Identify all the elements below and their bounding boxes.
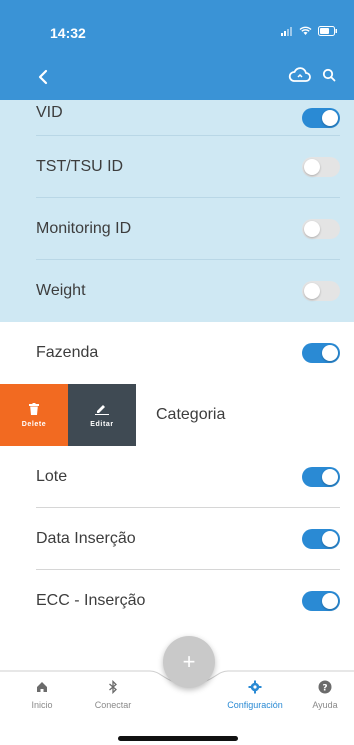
toggle-switch[interactable] (302, 591, 340, 611)
toggle-knob (304, 159, 320, 175)
toggle-switch[interactable] (302, 157, 340, 177)
toggle-switch[interactable] (302, 343, 340, 363)
list-item[interactable]: Data Inserção (0, 508, 354, 570)
settings-list: VID TST/TSU ID Monitoring ID Weight Faze… (0, 100, 354, 632)
status-time: 14:32 (50, 25, 86, 41)
pencil-icon (95, 404, 109, 415)
edit-button[interactable]: Editar (68, 384, 136, 446)
toggle-knob (304, 283, 320, 299)
nav-actions (288, 66, 336, 84)
toggle-switch[interactable] (302, 467, 340, 487)
toggle-knob (322, 593, 338, 609)
list-item[interactable]: Lote (0, 446, 354, 508)
status-bar: 14:32 (0, 0, 354, 56)
toggle-knob (304, 221, 320, 237)
list-item[interactable]: Monitoring ID (0, 198, 354, 260)
list-item-swiped[interactable]: Delete Editar Categoria (0, 384, 354, 446)
list-item[interactable]: ECC - Inserção (0, 570, 354, 632)
tab-configuracion[interactable]: Configuración (220, 678, 290, 710)
edit-label: Editar (90, 420, 114, 428)
back-button[interactable] (30, 64, 56, 90)
tab-ayuda[interactable]: ? Ayuda (290, 678, 354, 710)
battery-icon (318, 26, 337, 36)
help-icon: ? (318, 678, 332, 696)
list-item[interactable]: Fazenda (0, 322, 354, 384)
svg-text:?: ? (322, 684, 327, 694)
signal-icon (281, 26, 292, 36)
wifi-icon (299, 26, 312, 35)
toggle-knob (322, 110, 338, 126)
tab-conectar[interactable]: Conectar (78, 678, 148, 710)
toggle-switch[interactable] (302, 108, 340, 128)
search-icon[interactable] (322, 68, 336, 82)
system-icons (281, 26, 338, 36)
bluetooth-icon (108, 678, 118, 696)
list-item[interactable]: Weight (0, 260, 354, 322)
add-button[interactable]: + (163, 636, 215, 688)
chevron-left-icon (38, 69, 48, 85)
trash-icon (29, 402, 39, 415)
toggle-knob (322, 531, 338, 547)
plus-icon: + (182, 649, 196, 674)
delete-button[interactable]: Delete (0, 384, 68, 446)
home-icon (36, 678, 48, 696)
nav-bar (0, 56, 354, 102)
toggle-knob (322, 469, 338, 485)
tab-label: Conectar (94, 700, 132, 710)
list-item-label: Categoria (156, 406, 226, 423)
toggle-switch[interactable] (302, 219, 340, 239)
toggle-knob (322, 345, 338, 361)
list-item[interactable]: VID (0, 100, 354, 136)
tab-label: Configuración (227, 700, 283, 710)
tab-label: Ayuda (312, 700, 338, 710)
gear-icon (248, 678, 262, 696)
delete-label: Delete (21, 420, 47, 428)
list-item[interactable]: TST/TSU ID (0, 136, 354, 198)
tab-inicio[interactable]: Inicio (7, 678, 77, 710)
cloud-sync-icon[interactable] (288, 66, 312, 84)
tab-label: Inicio (31, 700, 53, 710)
home-indicator[interactable] (118, 736, 238, 741)
toggle-switch[interactable] (302, 281, 340, 301)
toggle-switch[interactable] (302, 529, 340, 549)
